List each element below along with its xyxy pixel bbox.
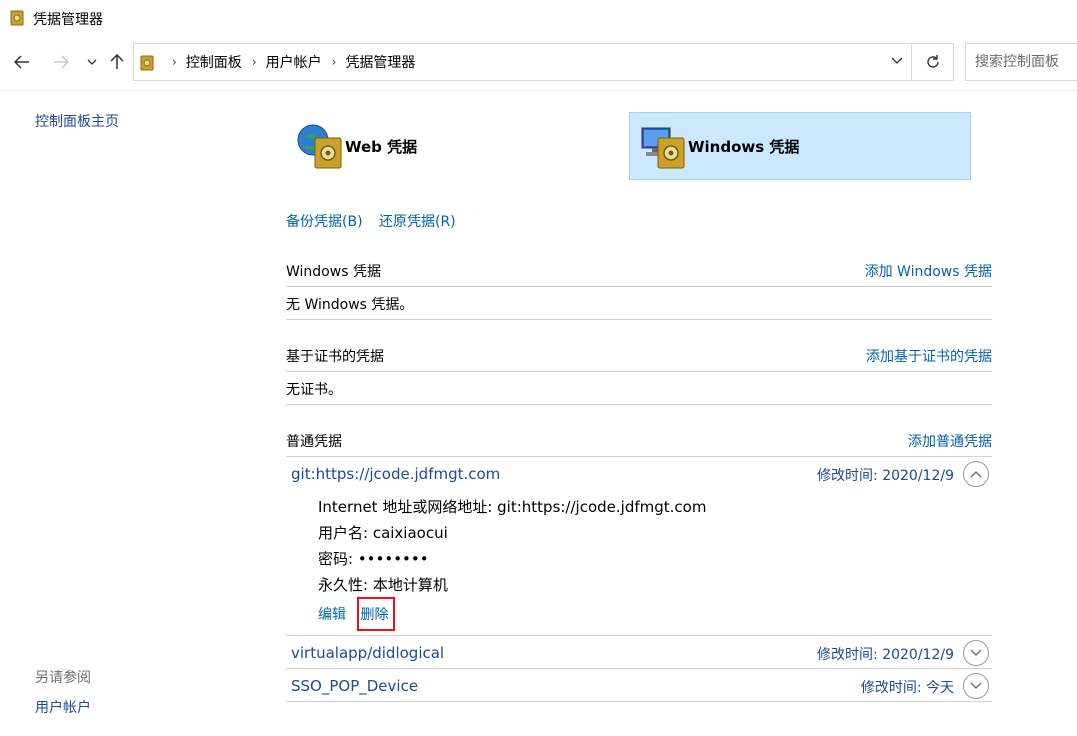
user-accounts-link[interactable]: 用户帐户 (35, 697, 91, 717)
credential-row[interactable]: SSO_POP_Device 修改时间: 今天 (286, 670, 992, 702)
credential-name[interactable]: SSO_POP_Device (291, 677, 418, 695)
credential-name[interactable]: git:https://jcode.jdfmgt.com (291, 465, 500, 483)
breadcrumb-separator-icon: › (172, 55, 177, 69)
divider (0, 90, 1077, 91)
address-history-dropdown[interactable] (891, 54, 903, 69)
web-credentials-icon (297, 124, 342, 169)
breadcrumb-separator-icon[interactable]: › (332, 55, 337, 69)
add-generic-credential-link[interactable]: 添加普通凭据 (908, 431, 992, 451)
breadcrumb-credential-manager[interactable]: 凭据管理器 (345, 52, 415, 72)
windows-credentials-tile[interactable]: Windows 凭据 (629, 112, 971, 180)
breadcrumb-user-accounts[interactable]: 用户帐户 (266, 52, 322, 72)
credential-modified: 修改时间: 2020/12/9 (817, 647, 954, 663)
credential-username: 用户名: caixiaocui (318, 524, 448, 542)
add-certificate-credential-link[interactable]: 添加基于证书的凭据 (866, 346, 992, 366)
search-input[interactable] (966, 44, 1077, 80)
credential-row[interactable]: git:https://jcode.jdfmgt.com 修改时间: 2020/… (286, 458, 992, 490)
divider (286, 635, 992, 636)
section-title: 普通凭据 (286, 433, 342, 450)
breadcrumb-separator-icon[interactable]: › (252, 55, 257, 69)
back-button[interactable] (10, 50, 34, 74)
add-windows-credential-link[interactable]: 添加 Windows 凭据 (865, 261, 992, 281)
edit-credential-link[interactable]: 编辑 (318, 607, 346, 623)
up-arrow-icon (110, 54, 124, 69)
certificate-credentials-empty: 无证书。 (286, 373, 992, 405)
recent-locations-button[interactable] (80, 50, 104, 74)
credential-address: Internet 地址或网络地址: git:https://jcode.jdfm… (318, 498, 707, 516)
chevron-down-icon (891, 57, 903, 64)
certificate-credentials-section-header: 基于证书的凭据 添加基于证书的凭据 (286, 340, 992, 372)
restore-credentials-link[interactable]: 还原凭据(R) (379, 214, 456, 230)
title-bar: 凭据管理器 (0, 0, 1077, 36)
refresh-icon (926, 55, 939, 68)
chevron-down-icon (970, 682, 982, 689)
search-box[interactable] (965, 43, 1077, 81)
expand-button[interactable] (963, 673, 989, 699)
credential-manager-icon (10, 10, 24, 26)
forward-arrow-icon (54, 55, 69, 69)
windows-credentials-empty: 无 Windows 凭据。 (286, 288, 992, 320)
empty-message: 无证书。 (286, 381, 342, 398)
chevron-up-icon (970, 471, 982, 478)
section-title: 基于证书的凭据 (286, 348, 384, 365)
control-panel-home-link[interactable]: 控制面板主页 (35, 111, 119, 131)
credential-persistence: 永久性: 本地计算机 (318, 576, 448, 594)
forward-button[interactable] (49, 50, 73, 74)
collapse-button[interactable] (963, 461, 989, 487)
windows-credentials-icon (641, 127, 685, 169)
navigation-bar: › 控制面板 › 用户帐户 › 凭据管理器 (0, 40, 1077, 84)
window-title: 凭据管理器 (33, 12, 103, 28)
see-also-label: 另请参阅 (35, 670, 91, 686)
web-credentials-label: Web 凭据 (345, 137, 418, 156)
section-title: Windows 凭据 (286, 263, 381, 280)
back-arrow-icon (14, 55, 29, 69)
up-button[interactable] (105, 50, 129, 74)
backup-restore-links: 备份凭据(B) 还原凭据(R) (286, 211, 468, 231)
delete-highlight-box (357, 597, 395, 631)
breadcrumb: › 控制面板 › 用户帐户 › 凭据管理器 (162, 44, 415, 80)
backup-credentials-link[interactable]: 备份凭据(B) (286, 214, 363, 230)
expand-button[interactable] (963, 640, 989, 666)
windows-credentials-label: Windows 凭据 (688, 137, 800, 156)
credential-modified: 修改时间: 2020/12/9 (817, 468, 954, 484)
address-bar[interactable]: › 控制面板 › 用户帐户 › 凭据管理器 (133, 43, 912, 81)
breadcrumb-control-panel[interactable]: 控制面板 (186, 52, 242, 72)
credential-name[interactable]: virtualapp/didlogical (291, 644, 444, 662)
control-panel-icon (140, 55, 154, 71)
empty-message: 无 Windows 凭据。 (286, 296, 414, 313)
generic-credentials-section-header: 普通凭据 添加普通凭据 (286, 425, 992, 457)
refresh-button[interactable] (912, 43, 954, 81)
credential-modified: 修改时间: 今天 (860, 680, 954, 696)
web-credentials-tile[interactable]: Web 凭据 (287, 112, 629, 180)
chevron-down-icon (87, 59, 97, 65)
credential-password: 密码: •••••••• (318, 550, 429, 568)
windows-credentials-section-header: Windows 凭据 添加 Windows 凭据 (286, 255, 992, 287)
chevron-down-icon (970, 649, 982, 656)
credential-row[interactable]: virtualapp/didlogical 修改时间: 2020/12/9 (286, 637, 992, 669)
